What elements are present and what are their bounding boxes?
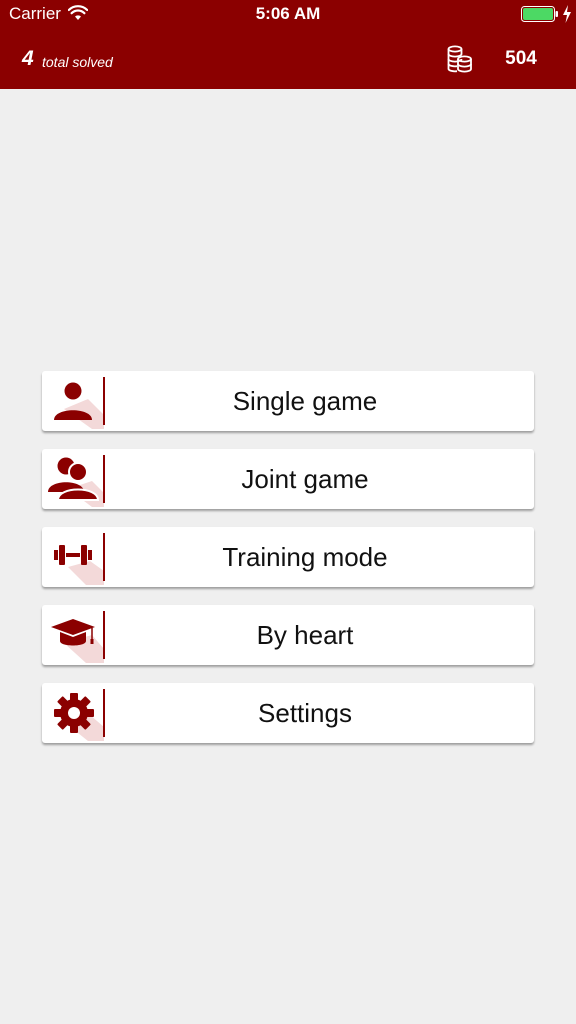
settings-button[interactable]: Settings <box>42 683 534 743</box>
clock: 5:06 AM <box>255 4 321 23</box>
by-heart-icon-area <box>42 605 104 665</box>
settings-label: Settings <box>258 698 352 728</box>
coins-icon[interactable] <box>447 45 473 73</box>
battery-icon <box>521 6 558 22</box>
training-mode-icon-area <box>42 527 104 587</box>
single-game-icon-area <box>42 371 104 431</box>
single-game-button[interactable]: Single game <box>42 371 534 431</box>
app-screen: Carrier 5:06 AM 4 total solved 504 Singl… <box>0 0 576 1024</box>
joint-game-label: Joint game <box>241 464 369 494</box>
dumbbell-icon <box>54 545 104 585</box>
header-bar: 4 total solved 504 <box>0 28 576 89</box>
solved-count: 4 <box>22 47 34 70</box>
by-heart-button[interactable]: By heart <box>42 605 534 665</box>
coins-balance: 504 <box>505 48 537 69</box>
person-icon <box>54 382 104 429</box>
training-mode-button[interactable]: Training mode <box>42 527 534 587</box>
settings-icon-area <box>42 683 104 743</box>
training-mode-label: Training mode <box>222 542 388 572</box>
people-icon <box>48 457 104 507</box>
joint-game-button[interactable]: Joint game <box>42 449 534 509</box>
gear-icon <box>54 693 104 741</box>
main-menu: Single game Joint game Training mode By … <box>42 371 534 761</box>
solved-label: total solved <box>42 54 113 70</box>
charging-bolt-icon <box>563 5 571 23</box>
status-bar: Carrier 5:06 AM <box>0 0 576 28</box>
by-heart-label: By heart <box>256 620 354 650</box>
joint-game-icon-area <box>42 449 104 509</box>
single-game-label: Single game <box>232 386 378 416</box>
graduation-cap-icon <box>51 619 104 663</box>
